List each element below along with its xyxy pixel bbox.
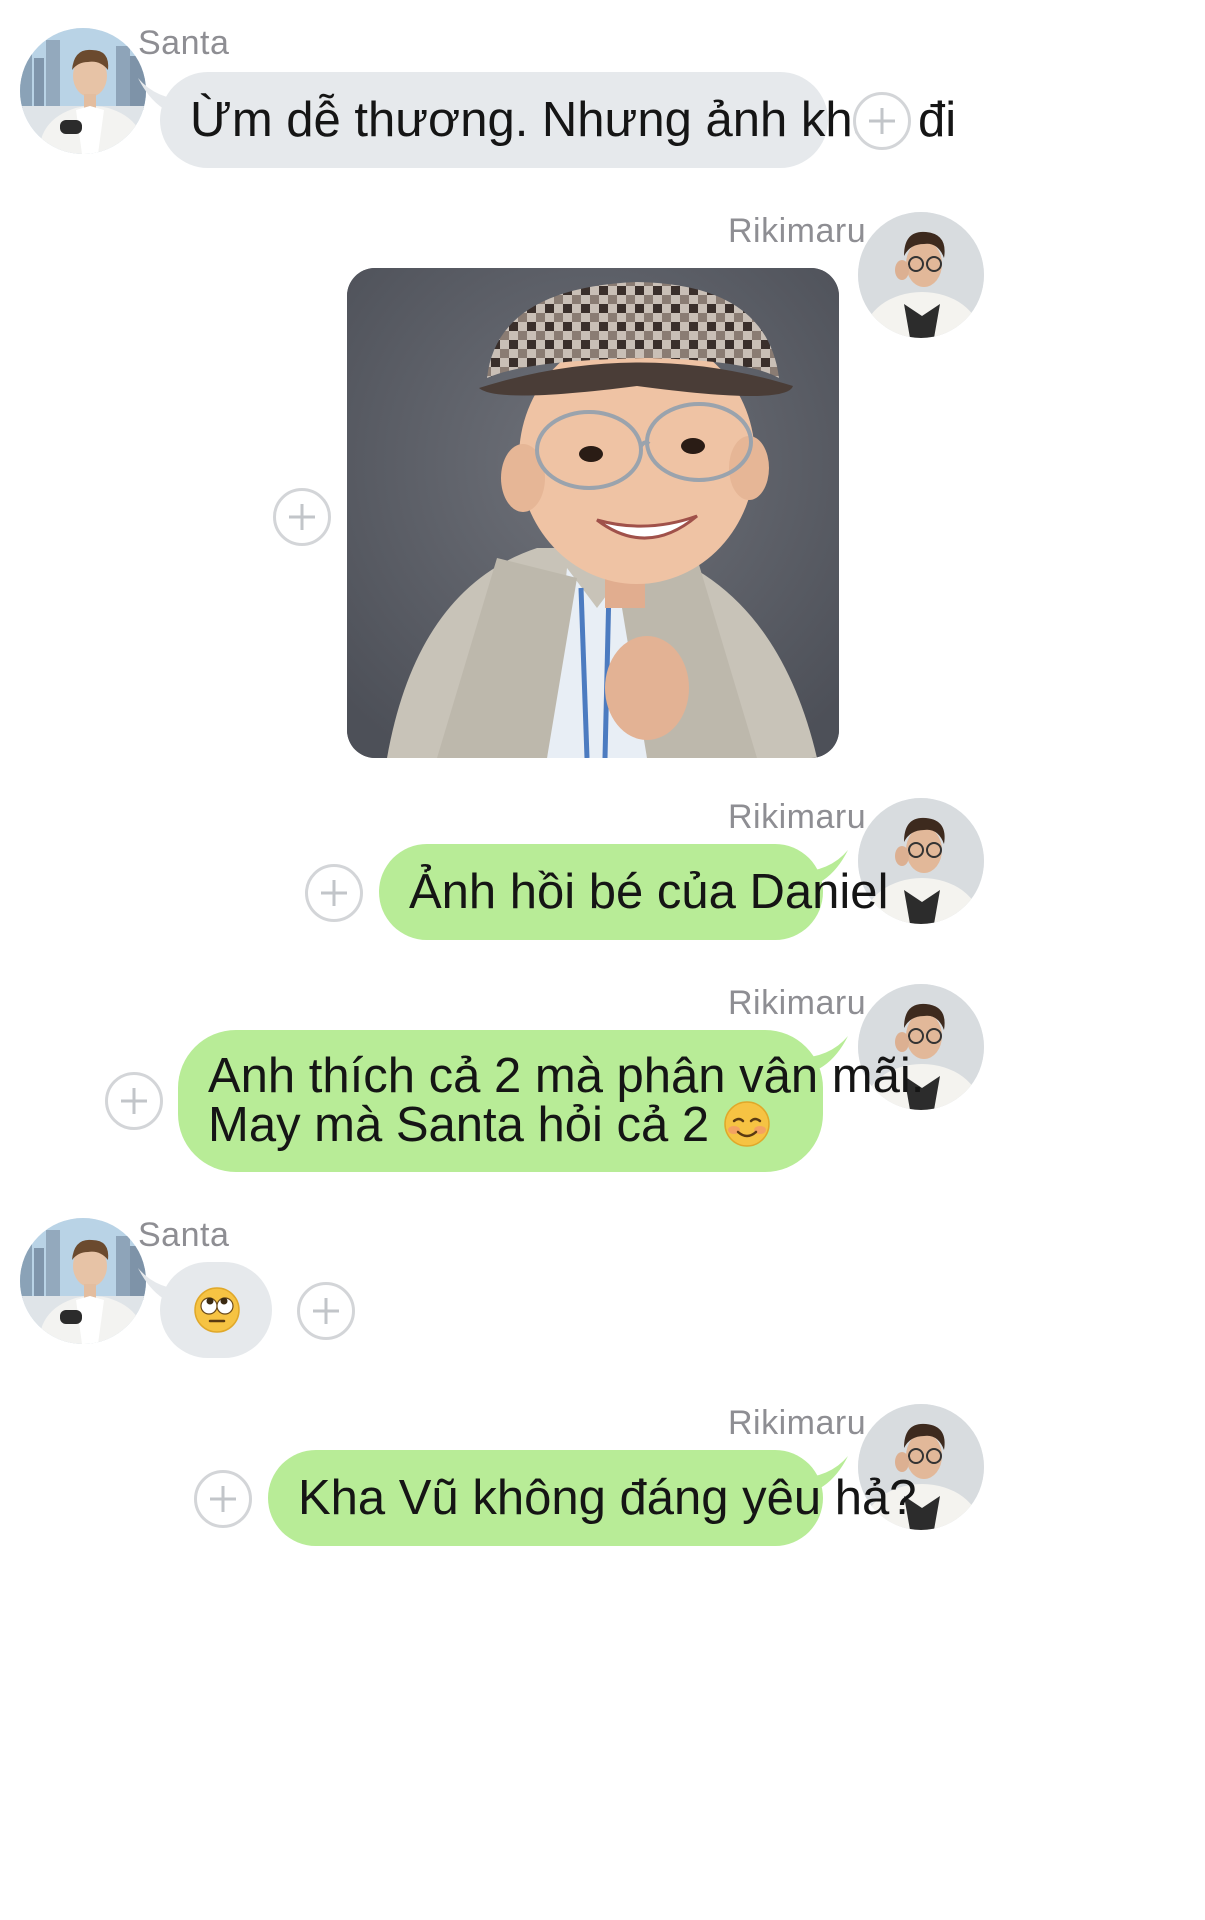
- sender-name-rikimaru: Rikimaru: [728, 798, 867, 836]
- add-reaction-button[interactable]: [273, 488, 331, 546]
- message-bubble-outgoing[interactable]: Anh thích cả 2 mà phân vân mãi. May mà S…: [178, 1030, 925, 1172]
- sender-name-santa: Santa: [138, 24, 230, 62]
- sender-name-rikimaru: Rikimaru: [728, 984, 867, 1022]
- avatar-santa[interactable]: [20, 1218, 146, 1344]
- message-text-line: Anh thích cả 2 mà phân vân mãi.: [208, 1049, 925, 1103]
- message-bubble-outgoing[interactable]: Ảnh hồi bé của Daniel: [379, 844, 888, 940]
- avatar-santa[interactable]: [20, 28, 146, 154]
- message-text: Kha Vũ không đáng yêu hả?: [298, 1471, 917, 1525]
- add-reaction-button[interactable]: [297, 1282, 355, 1340]
- message-bubble-outgoing[interactable]: Kha Vũ không đáng yêu hả?: [268, 1450, 916, 1546]
- smiling-face-icon: [723, 1100, 771, 1156]
- message-bubble-incoming[interactable]: Ừm dễ thương. Nhưng ảnh khác đi: [160, 72, 956, 168]
- message-bubble-incoming[interactable]: [160, 1262, 272, 1358]
- message-text-line: May mà Santa hỏi cả 2: [208, 1100, 793, 1156]
- add-reaction-button[interactable]: [105, 1072, 163, 1130]
- add-reaction-button[interactable]: [194, 1470, 252, 1528]
- add-reaction-button[interactable]: [305, 864, 363, 922]
- sender-name-rikimaru: Rikimaru: [728, 1404, 867, 1442]
- sender-name-santa: Santa: [138, 1216, 230, 1254]
- eye-roll-face-icon: [193, 1286, 241, 1348]
- shared-photo[interactable]: [347, 268, 839, 758]
- avatar-rikimaru[interactable]: [858, 212, 984, 338]
- add-reaction-button[interactable]: [853, 92, 911, 150]
- sender-name-rikimaru: Rikimaru: [728, 212, 867, 250]
- message-text: Ảnh hồi bé của Daniel: [409, 865, 889, 919]
- message-text: Ừm dễ thương. Nhưng ảnh khác đi: [190, 93, 957, 147]
